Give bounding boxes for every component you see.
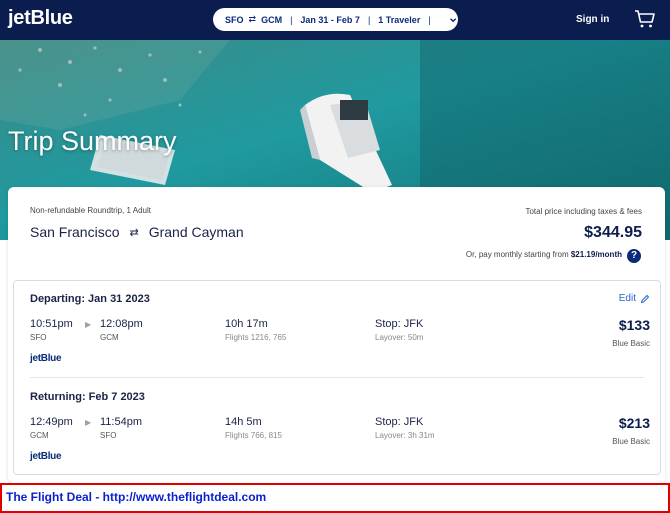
leg-price: $213 — [618, 415, 650, 431]
total-price-label: Total price including taxes & fees — [525, 207, 642, 216]
banner-text[interactable]: The Flight Deal - http://www.theflightde… — [6, 490, 266, 504]
page-title: Trip Summary — [8, 126, 177, 156]
arrow-right-icon: ▶ — [85, 320, 92, 329]
search-destination: GCM — [261, 14, 283, 25]
arrow-right-icon: ▶ — [85, 418, 92, 427]
flight-deal-banner: The Flight Deal - http://www.theflightde… — [0, 483, 670, 513]
swap-arrows-icon: ⇄ — [248, 14, 257, 24]
swap-arrows-icon: ⇄ — [129, 226, 139, 239]
search-separator: | — [367, 14, 371, 25]
trip-summary-card: Non-refundable Roundtrip, 1 Adult San Fr… — [8, 187, 665, 483]
divider — [30, 377, 644, 378]
trip-search-pill[interactable]: SFO ⇄ GCM | Jan 31 - Feb 7 | 1 Traveler … — [213, 8, 458, 31]
departing-title: Departing: Jan 31 2023 — [30, 293, 150, 305]
depart-code: GCM — [30, 431, 49, 440]
monthly-amount: $21.19/month — [570, 250, 622, 259]
monthly-prefix: Or, pay monthly starting from — [465, 250, 569, 259]
duration: 10h 17m — [225, 318, 268, 330]
edit-link[interactable]: Edit — [619, 293, 650, 304]
flight-numbers: Flights 766, 815 — [225, 431, 282, 440]
arrive-code: SFO — [100, 431, 117, 440]
origin-city: San Francisco — [30, 224, 120, 240]
shopping-cart-icon[interactable] — [634, 9, 656, 29]
duration: 14h 5m — [225, 416, 262, 428]
search-separator: | — [428, 14, 431, 25]
help-icon[interactable]: ? — [627, 249, 641, 263]
flight-numbers: Flights 1216, 765 — [225, 333, 287, 342]
flights-box: Edit Departing: Jan 31 2023 10:51pm SFO … — [13, 280, 661, 475]
search-travelers: 1 Traveler — [378, 14, 421, 25]
leg-price: $133 — [618, 317, 650, 333]
fare-type: Blue Basic — [612, 437, 650, 446]
arrive-time: 12:08pm — [100, 318, 143, 330]
top-nav-bar: jetBlue SFO ⇄ GCM | Jan 31 - Feb 7 | 1 T… — [0, 0, 670, 40]
returning-title: Returning: Feb 7 2023 — [30, 391, 145, 403]
depart-time: 10:51pm — [30, 318, 73, 330]
sign-in-link[interactable]: Sign in — [576, 14, 609, 25]
monthly-payment-text: Or, pay monthly starting from $21.19/mon… — [466, 250, 622, 259]
chevron-down-icon[interactable] — [448, 14, 458, 26]
search-dates: Jan 31 - Feb 7 — [300, 14, 360, 25]
airline-logo: jetBlue — [30, 451, 62, 462]
depart-code: SFO — [30, 333, 47, 342]
edit-label: Edit — [618, 293, 636, 304]
depart-time: 12:49pm — [30, 416, 73, 428]
fare-type: Blue Basic — [612, 339, 650, 348]
airline-logo: jetBlue — [30, 353, 62, 364]
jetblue-logo[interactable]: jetBlue — [8, 7, 73, 30]
destination-city: Grand Cayman — [148, 224, 244, 240]
total-price: $344.95 — [584, 224, 642, 241]
route-line: San Francisco ⇄ Grand Cayman — [30, 224, 244, 240]
stop-info: Stop: JFK — [375, 416, 424, 428]
layover-info: Layover: 50m — [375, 333, 424, 342]
arrive-code: GCM — [100, 333, 119, 342]
trip-meta-text: Non-refundable Roundtrip, 1 Adult — [30, 206, 151, 215]
pencil-icon — [640, 294, 650, 303]
search-separator: | — [290, 14, 293, 25]
arrive-time: 11:54pm — [100, 416, 142, 428]
stop-info: Stop: JFK — [375, 318, 424, 330]
search-origin: SFO — [225, 14, 244, 25]
layover-info: Layover: 3h 31m — [375, 431, 435, 440]
